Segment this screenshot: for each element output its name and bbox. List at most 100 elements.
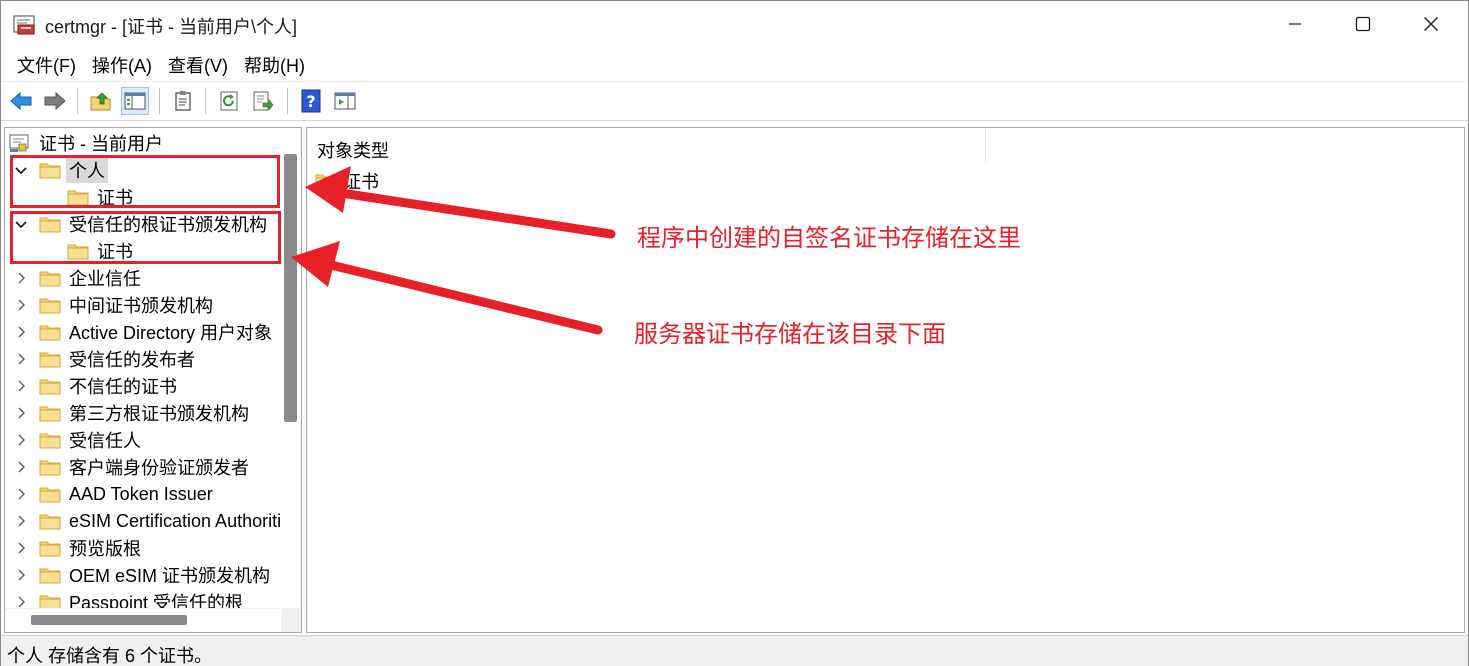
tree-item-label: eSIM Certification Authorities: [69, 510, 301, 531]
tree-item[interactable]: 企业信任: [13, 265, 141, 291]
tree-item[interactable]: OEM eSIM 证书颁发机构: [13, 562, 270, 588]
tree-item-label: 中间证书颁发机构: [69, 296, 213, 316]
menu-help[interactable]: 帮助(H): [236, 52, 313, 78]
tree-item-label: 客户端身份验证颁发者: [69, 458, 249, 478]
folder-icon: [39, 377, 61, 395]
chevron-right-icon[interactable]: [13, 405, 29, 421]
help-icon: ?: [301, 89, 321, 113]
detail-row-certificates[interactable]: 证书: [315, 168, 379, 194]
show-hide-tree-button[interactable]: [121, 87, 149, 115]
folder-icon: [39, 323, 61, 341]
highlight-box-personal: [10, 155, 280, 208]
close-button[interactable]: [1397, 1, 1465, 47]
tree-horizontal-scrollbar[interactable]: [5, 608, 281, 632]
close-icon: [1424, 17, 1438, 31]
back-button[interactable]: [7, 87, 35, 115]
status-text: 个人 存储含有 6 个证书。: [7, 646, 213, 666]
title-bar[interactable]: certmgr - [证书 - 当前用户\个人]: [1, 1, 1468, 49]
certmgr-app-icon: [13, 14, 37, 36]
toolbar-separator: [77, 88, 78, 114]
tree-item[interactable]: AAD Token Issuer: [13, 481, 213, 507]
forward-button[interactable]: [41, 87, 69, 115]
refresh-icon: [220, 91, 238, 111]
chevron-right-icon[interactable]: [13, 486, 29, 502]
chevron-right-icon[interactable]: [13, 513, 29, 529]
scroll-corner: [281, 608, 301, 632]
tree-item-label: 受信任的发布者: [69, 350, 195, 370]
tree-vertical-scrollbar[interactable]: [281, 128, 301, 608]
certmgr-window: certmgr - [证书 - 当前用户\个人] 文件(F) 操作(A) 查看(…: [0, 0, 1469, 666]
menu-view[interactable]: 查看(V): [160, 52, 236, 78]
action-pane-button[interactable]: [331, 87, 359, 115]
tree-item-label: 受信任人: [69, 431, 141, 451]
menu-file[interactable]: 文件(F): [9, 52, 84, 78]
properties-button[interactable]: [169, 87, 197, 115]
help-button[interactable]: ?: [297, 87, 325, 115]
tree-item[interactable]: 中间证书颁发机构: [13, 292, 213, 318]
tree-item-label: 不信任的证书: [69, 377, 177, 397]
tree-item-label: AAD Token Issuer: [69, 483, 213, 504]
chevron-right-icon[interactable]: [13, 324, 29, 340]
tree-horizontal-scroll-thumb[interactable]: [31, 615, 187, 625]
folder-icon: [39, 350, 61, 368]
tree-item-label: Active Directory 用户对象: [69, 323, 273, 343]
chevron-right-icon[interactable]: [13, 567, 29, 583]
folder-icon: [39, 458, 61, 476]
tree-item-label: 第三方根证书颁发机构: [69, 404, 249, 424]
tree-item-label: 企业信任: [69, 269, 141, 289]
tree-item-label: OEM eSIM 证书颁发机构: [69, 566, 271, 586]
tree-item[interactable]: 第三方根证书颁发机构: [13, 400, 249, 426]
chevron-right-icon[interactable]: [13, 540, 29, 556]
annotation-self-signed-cert: 程序中创建的自签名证书存储在这里: [637, 225, 1021, 252]
tree-item[interactable]: 不信任的证书: [13, 373, 177, 399]
column-divider[interactable]: [985, 128, 986, 164]
menu-bar: 文件(F) 操作(A) 查看(V) 帮助(H): [1, 49, 1468, 81]
minimize-button[interactable]: [1261, 1, 1329, 47]
detail-row-label: 证书: [343, 172, 379, 192]
refresh-button[interactable]: [215, 87, 243, 115]
folder-icon: [39, 512, 61, 530]
status-bar: 个人 存储含有 6 个证书。: [1, 635, 1468, 666]
toolbar-separator: [205, 88, 206, 114]
export-list-icon: [253, 91, 274, 111]
tree-item[interactable]: Active Directory 用户对象: [13, 319, 272, 345]
forward-icon: [44, 91, 66, 111]
folder-icon: [39, 539, 61, 557]
highlight-box-trusted-root: [10, 211, 281, 264]
up-folder-button[interactable]: [87, 87, 115, 115]
tree-item[interactable]: eSIM Certification Authorities: [13, 508, 300, 534]
chevron-right-icon[interactable]: [13, 459, 29, 475]
toolbar-separator: [159, 88, 160, 114]
properties-icon: [175, 91, 191, 111]
tree-item[interactable]: 预览版根: [13, 535, 141, 561]
tree-item[interactable]: 客户端身份验证颁发者: [13, 454, 249, 480]
svg-text:?: ?: [306, 92, 315, 111]
maximize-icon: [1355, 16, 1371, 32]
chevron-right-icon[interactable]: [13, 351, 29, 367]
folder-icon: [39, 296, 61, 314]
window-title: certmgr - [证书 - 当前用户\个人]: [45, 17, 297, 37]
menu-action[interactable]: 操作(A): [84, 52, 160, 78]
tree-item[interactable]: 受信任的发布者: [13, 346, 195, 372]
column-header-object-type[interactable]: 对象类型: [317, 137, 389, 163]
export-list-button[interactable]: [249, 87, 277, 115]
tree-vertical-scroll-thumb[interactable]: [284, 154, 297, 422]
chevron-right-icon[interactable]: [13, 297, 29, 313]
minimize-icon: [1289, 23, 1301, 25]
chevron-right-icon[interactable]: [13, 378, 29, 394]
toolbar: ?: [1, 81, 1468, 121]
folder-icon: [39, 404, 61, 422]
tree-root-label: 证书 - 当前用户: [39, 134, 163, 154]
tree-root[interactable]: 证书 - 当前用户: [9, 130, 163, 156]
tree-item[interactable]: 受信任人: [13, 427, 141, 453]
folder-icon: [315, 172, 337, 190]
detail-pane[interactable]: 对象类型 证书: [306, 127, 1465, 633]
chevron-right-icon[interactable]: [13, 270, 29, 286]
action-pane-icon: [334, 92, 356, 110]
maximize-button[interactable]: [1329, 1, 1397, 47]
up-folder-icon: [90, 92, 111, 111]
certificates-snapin-icon: [9, 133, 33, 153]
toolbar-separator: [287, 88, 288, 114]
folder-icon: [39, 485, 61, 503]
chevron-right-icon[interactable]: [13, 432, 29, 448]
